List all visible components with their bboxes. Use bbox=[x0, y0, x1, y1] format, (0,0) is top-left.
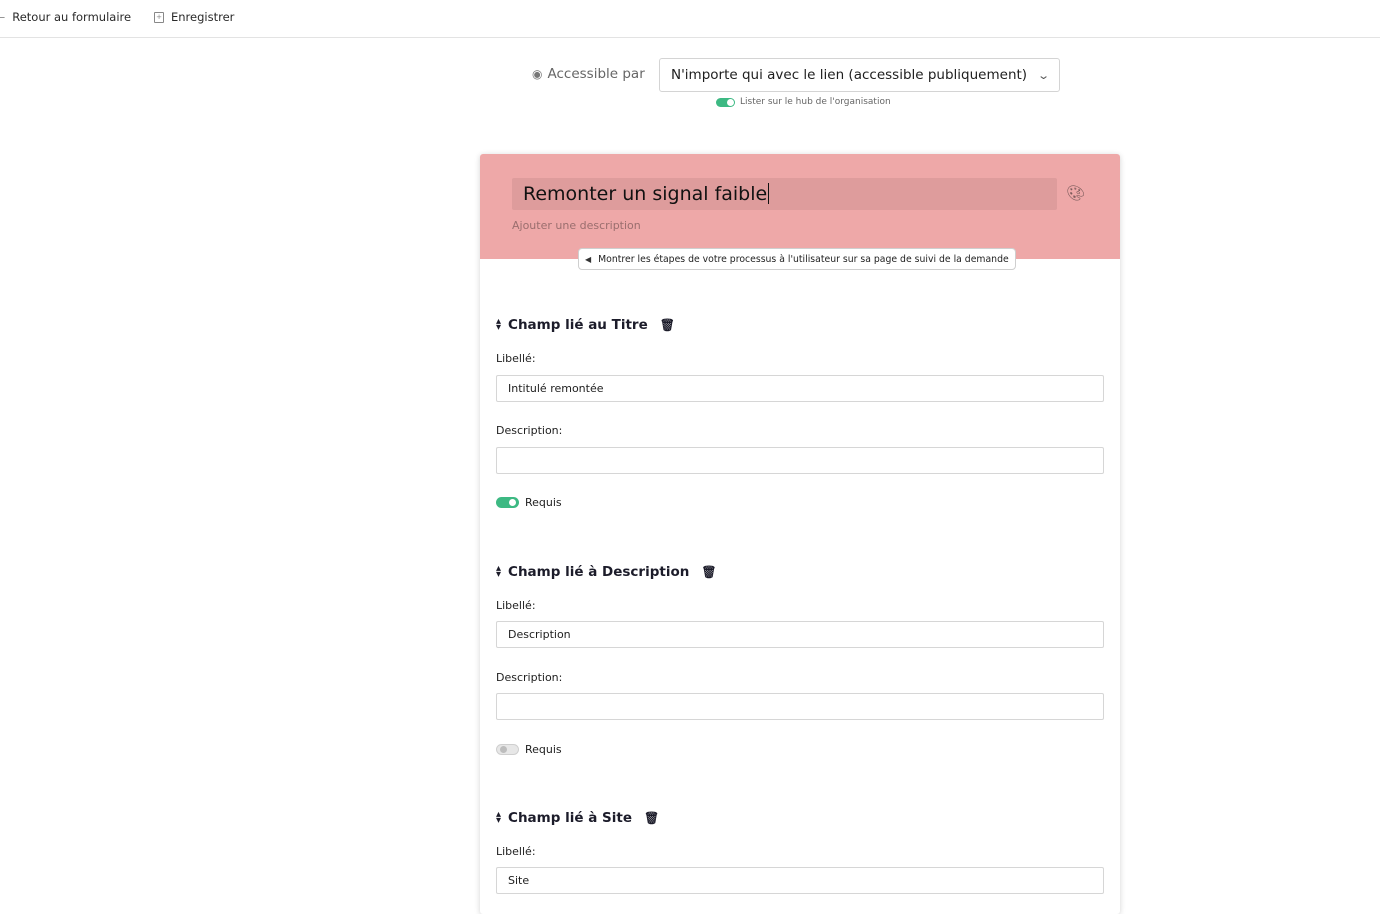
label-caption: Libellé: bbox=[496, 845, 536, 858]
back-to-form-button[interactable]: ← Retour au formulaire bbox=[0, 10, 131, 24]
field-heading: ▴ ▾ Champ lié au Titre 🗑︎ bbox=[496, 316, 1104, 334]
top-toolbar: ← Retour au formulaire + Enregistrer bbox=[0, 0, 1380, 38]
hub-listing-label: Lister sur le hub de l'organisation bbox=[740, 97, 891, 107]
form-card: Remonter un signal faible 🎨︎ Ajouter une… bbox=[480, 154, 1120, 914]
form-title-input[interactable]: Remonter un signal faible bbox=[512, 178, 1057, 210]
label-input[interactable]: Description bbox=[496, 621, 1104, 648]
save-button[interactable]: + Enregistrer bbox=[154, 10, 234, 24]
palette-icon[interactable]: 🎨︎ bbox=[1066, 184, 1085, 202]
field-block-title: ▴ ▾ Champ lié au Titre 🗑︎ Libellé: Intitu… bbox=[496, 316, 1104, 516]
required-label: Requis bbox=[525, 743, 562, 756]
label-input[interactable]: Intitulé remontée bbox=[496, 375, 1104, 402]
eye-icon: ◉ bbox=[532, 67, 543, 81]
field-heading-text: Champ lié au Titre bbox=[508, 317, 648, 333]
required-label: Requis bbox=[525, 496, 562, 509]
access-label: ◉ Accessible par bbox=[532, 66, 645, 82]
description-input[interactable] bbox=[496, 447, 1104, 474]
back-to-form-label: Retour au formulaire bbox=[12, 10, 132, 24]
field-block-site: ▴ ▾ Champ lié à Site 🗑︎ Libellé: Site bbox=[496, 809, 1104, 899]
description-input[interactable] bbox=[496, 693, 1104, 720]
trash-icon[interactable]: 🗑︎ bbox=[644, 811, 659, 825]
label-caption: Libellé: bbox=[496, 352, 536, 365]
form-header: Remonter un signal faible 🎨︎ Ajouter une… bbox=[480, 154, 1120, 270]
trash-icon[interactable]: 🗑︎ bbox=[660, 318, 675, 332]
description-caption: Description: bbox=[496, 424, 563, 437]
description-caption: Description: bbox=[496, 671, 563, 684]
access-label-text: Accessible par bbox=[547, 66, 645, 82]
megaphone-icon: ◀ bbox=[585, 254, 592, 264]
form-title-text: Remonter un signal faible bbox=[523, 183, 768, 205]
sort-icon[interactable]: ▴ ▾ bbox=[496, 810, 501, 826]
required-toggle[interactable] bbox=[496, 497, 519, 508]
field-heading-text: Champ lié à Description bbox=[508, 564, 690, 580]
arrow-left-icon: ← bbox=[0, 10, 6, 24]
field-heading-text: Champ lié à Site bbox=[508, 810, 632, 826]
required-row: Requis bbox=[496, 743, 562, 756]
show-steps-button[interactable]: ◀ Montrer les étapes de votre processus … bbox=[578, 248, 1016, 270]
hub-listing-toggle[interactable] bbox=[716, 97, 735, 107]
add-description-field[interactable]: Ajouter une description bbox=[512, 219, 641, 232]
field-block-description: ▴ ▾ Champ lié à Description 🗑︎ Libellé: D… bbox=[496, 563, 1104, 763]
access-select[interactable]: N'importe qui avec le lien (accessible p… bbox=[659, 58, 1060, 92]
field-heading: ▴ ▾ Champ lié à Description 🗑︎ bbox=[496, 563, 1104, 581]
required-row: Requis bbox=[496, 496, 562, 509]
sort-icon[interactable]: ▴ ▾ bbox=[496, 564, 501, 580]
chevron-down-icon: ⌄ bbox=[1036, 68, 1050, 82]
label-caption: Libellé: bbox=[496, 599, 536, 612]
access-selected-value: N'importe qui avec le lien (accessible p… bbox=[671, 67, 1028, 83]
show-steps-label: Montrer les étapes de votre processus à … bbox=[598, 253, 1009, 265]
sort-icon[interactable]: ▴ ▾ bbox=[496, 317, 501, 333]
save-icon: + bbox=[154, 11, 164, 23]
required-toggle[interactable] bbox=[496, 744, 519, 755]
hub-listing-row: Lister sur le hub de l'organisation bbox=[716, 97, 891, 107]
save-label: Enregistrer bbox=[171, 10, 235, 24]
label-input[interactable]: Site bbox=[496, 867, 1104, 894]
trash-icon[interactable]: 🗑︎ bbox=[701, 565, 716, 579]
field-heading: ▴ ▾ Champ lié à Site 🗑︎ bbox=[496, 809, 1104, 827]
